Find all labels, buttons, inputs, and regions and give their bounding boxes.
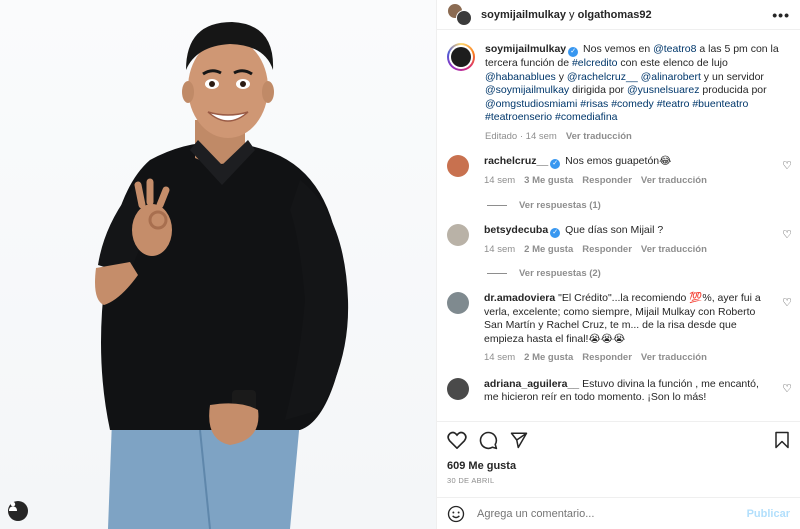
post-date: 30 DE ABRIL bbox=[447, 476, 495, 485]
comments-scroll[interactable]: soymijailmulkay ✓ Nos vemos en @teatro8 a… bbox=[437, 31, 800, 420]
comment-text: Que días son Mijail ? bbox=[565, 223, 664, 236]
comment-body: rachelcruz__ ✓ Nos emos guapetón😂 14 sem 3… bbox=[484, 155, 774, 188]
caption-body: soymijailmulkay ✓ Nos vemos en @teatro8 a… bbox=[485, 43, 785, 143]
caption-text: con este elenco de lujo bbox=[617, 57, 728, 69]
action-icons bbox=[447, 430, 790, 450]
comment-likes[interactable]: 3 Me gusta bbox=[524, 175, 573, 186]
comment-item: betsydecuba ✓ Que días son Mijail ? 14 se… bbox=[437, 223, 800, 257]
mention-link[interactable]: @omgstudiosmiami bbox=[485, 98, 577, 110]
view-replies-button[interactable]: Ver respuestas (1) bbox=[487, 200, 800, 211]
comment-meta: 14 sem 3 Me gusta Responder Ver traducción bbox=[484, 174, 774, 188]
comment-like-icon[interactable]: ♡ bbox=[782, 296, 792, 309]
comment-body: betsydecuba ✓ Que días son Mijail ? 14 se… bbox=[484, 224, 774, 257]
avatar[interactable] bbox=[456, 9, 472, 26]
reply-button[interactable]: Responder bbox=[582, 175, 632, 186]
likes-count[interactable]: 609 Me gusta bbox=[447, 460, 790, 472]
avatar[interactable] bbox=[447, 292, 469, 314]
share-icon[interactable] bbox=[510, 431, 528, 449]
collab-avatars[interactable] bbox=[447, 2, 475, 27]
comment-time: 14 sem bbox=[484, 352, 516, 363]
comment-text: Nos emos guapetón😂 bbox=[565, 155, 672, 167]
comment-like-icon[interactable]: ♡ bbox=[782, 382, 792, 395]
emoji-icon[interactable] bbox=[447, 505, 465, 523]
post-actions: 609 Me gusta 30 DE ABRIL bbox=[437, 421, 800, 485]
comment-time: 14 sem bbox=[484, 243, 516, 255]
heart-icon[interactable] bbox=[447, 431, 467, 449]
add-comment-bar: Publicar bbox=[437, 497, 800, 529]
comment-body: adriana_aguilera__ Estuvo divina la func… bbox=[484, 378, 774, 405]
caption-text: Nos vemos en bbox=[583, 43, 654, 55]
comment-meta: 14 sem 2 Me gusta Responder Ver traducción bbox=[484, 243, 774, 257]
comment-time: 14 sem bbox=[484, 175, 516, 186]
comment-item: rachelcruz__ ✓ Nos emos guapetón😂 14 sem 3… bbox=[437, 155, 800, 188]
comment-input[interactable] bbox=[477, 507, 747, 520]
avatar[interactable] bbox=[447, 43, 475, 71]
translate-link[interactable]: Ver traducción bbox=[641, 352, 707, 363]
more-icon[interactable]: ••• bbox=[772, 7, 790, 23]
hashtag-link[interactable]: #elcredito bbox=[572, 57, 618, 69]
avatar[interactable] bbox=[447, 155, 469, 177]
comment-username[interactable]: adriana_aguilera__ bbox=[484, 378, 579, 390]
author-username[interactable]: soymijailmulkay bbox=[481, 9, 566, 21]
comment-item: adriana_aguilera__ Estuvo divina la func… bbox=[437, 377, 800, 405]
translate-link[interactable]: Ver traducción bbox=[641, 175, 707, 186]
verified-icon: ✓ bbox=[550, 159, 561, 169]
comment-username[interactable]: rachelcruz__ bbox=[484, 155, 548, 167]
post-side-panel: soymijailmulkay y olgathomas92 ••• soymi… bbox=[436, 0, 800, 529]
reply-button[interactable]: Responder bbox=[582, 244, 632, 255]
avatar[interactable] bbox=[447, 377, 469, 400]
caption-text: dirigida por bbox=[569, 84, 627, 96]
mention-link[interactable]: @yusnelsuarez bbox=[627, 84, 700, 96]
mention-link[interactable]: @habanablues bbox=[485, 71, 556, 83]
caption-username[interactable]: soymijailmulkay bbox=[485, 43, 566, 55]
mention-link[interactable]: @teatro8 bbox=[653, 43, 696, 55]
view-replies-label[interactable]: Ver respuestas (2) bbox=[519, 268, 601, 279]
comment-body: dr.amadoviera "El Crédito"...la recomien… bbox=[484, 292, 774, 365]
comment-item: dr.amadoviera "El Crédito"...la recomien… bbox=[437, 292, 800, 365]
post-header: soymijailmulkay y olgathomas92 ••• bbox=[437, 0, 800, 30]
author-connector: y bbox=[566, 8, 578, 21]
verified-icon: ✓ bbox=[550, 227, 561, 238]
comment-like-icon[interactable]: ♡ bbox=[782, 159, 792, 172]
caption-edited: Editado · 14 sem bbox=[485, 130, 557, 142]
comment-meta: 14 sem 2 Me gusta Responder Ver traducción bbox=[484, 351, 774, 365]
comment-likes[interactable]: 2 Me gusta bbox=[524, 244, 573, 255]
verified-icon: ✓ bbox=[568, 47, 579, 57]
translate-link[interactable]: Ver traducción bbox=[566, 131, 632, 142]
caption-text: y bbox=[555, 70, 567, 83]
translate-link[interactable]: Ver traducción bbox=[641, 244, 707, 255]
post-photo[interactable] bbox=[0, 0, 436, 529]
view-replies-button[interactable]: Ver respuestas (2) bbox=[487, 268, 800, 279]
comment-username[interactable]: dr.amadoviera bbox=[484, 292, 555, 304]
post-header-authors: soymijailmulkay y olgathomas92 bbox=[481, 9, 772, 21]
avatar[interactable] bbox=[447, 223, 469, 246]
reply-button[interactable]: Responder bbox=[582, 352, 632, 363]
comment-like-icon[interactable]: ♡ bbox=[782, 228, 792, 241]
mention-link[interactable]: @rachelcruz__ bbox=[567, 71, 638, 83]
collaborator-username[interactable]: olgathomas92 bbox=[578, 9, 652, 21]
caption: soymijailmulkay ✓ Nos vemos en @teatro8 a… bbox=[437, 31, 800, 143]
post-modal: soymijailmulkay y olgathomas92 ••• soymi… bbox=[0, 0, 800, 529]
save-icon[interactable] bbox=[774, 431, 790, 449]
photo-illustration bbox=[95, 22, 349, 529]
view-replies-label[interactable]: Ver respuestas (1) bbox=[519, 200, 601, 211]
caption-meta: Editado · 14 sem Ver traducción bbox=[485, 130, 785, 144]
caption-text: producida por bbox=[699, 84, 767, 96]
mention-link[interactable]: @alinarobert bbox=[641, 71, 701, 83]
comment-icon[interactable] bbox=[479, 431, 498, 450]
mention-link[interactable]: @soymijailmulkay bbox=[485, 84, 569, 96]
comment-username[interactable]: betsydecuba bbox=[484, 224, 548, 236]
publish-button[interactable]: Publicar bbox=[747, 508, 790, 520]
comment-likes[interactable]: 2 Me gusta bbox=[524, 352, 573, 363]
caption-text: y un servidor bbox=[700, 70, 764, 83]
user-tag-icon[interactable] bbox=[8, 501, 28, 521]
